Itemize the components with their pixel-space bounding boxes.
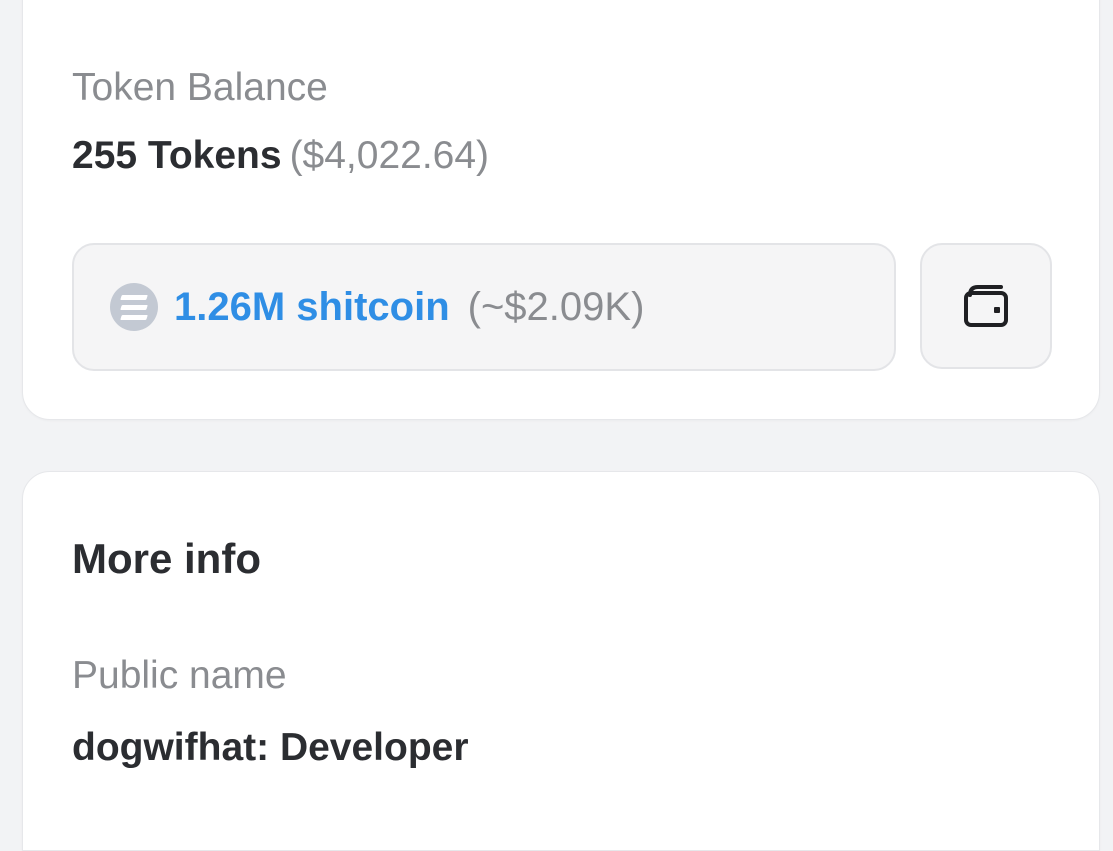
token-balance-card: Token Balance 255 Tokens ($4,022.64) 1.26… xyxy=(22,0,1100,420)
token-holding-button[interactable]: 1.26M shitcoin (~$2.09K) xyxy=(72,243,896,371)
token-balance-amount: 255 Tokens xyxy=(72,134,282,177)
token-balance-row: 255 Tokens ($4,022.64) xyxy=(72,136,489,175)
token-balance-usd: ($4,022.64) xyxy=(289,134,490,177)
holding-amount: 1.26M shitcoin xyxy=(174,284,450,329)
more-info-card: More info Public name dogwifhat: Develop… xyxy=(22,471,1100,851)
more-info-title: More info xyxy=(72,535,261,582)
public-name-value: dogwifhat: Developer xyxy=(72,726,469,769)
holding-usd-estimate: (~$2.09K) xyxy=(467,284,645,329)
solana-coin-icon xyxy=(110,283,158,331)
wallet-icon xyxy=(964,285,1008,327)
wallet-button[interactable] xyxy=(920,243,1052,369)
public-name-label: Public name xyxy=(72,654,287,697)
token-balance-label: Token Balance xyxy=(72,66,328,109)
